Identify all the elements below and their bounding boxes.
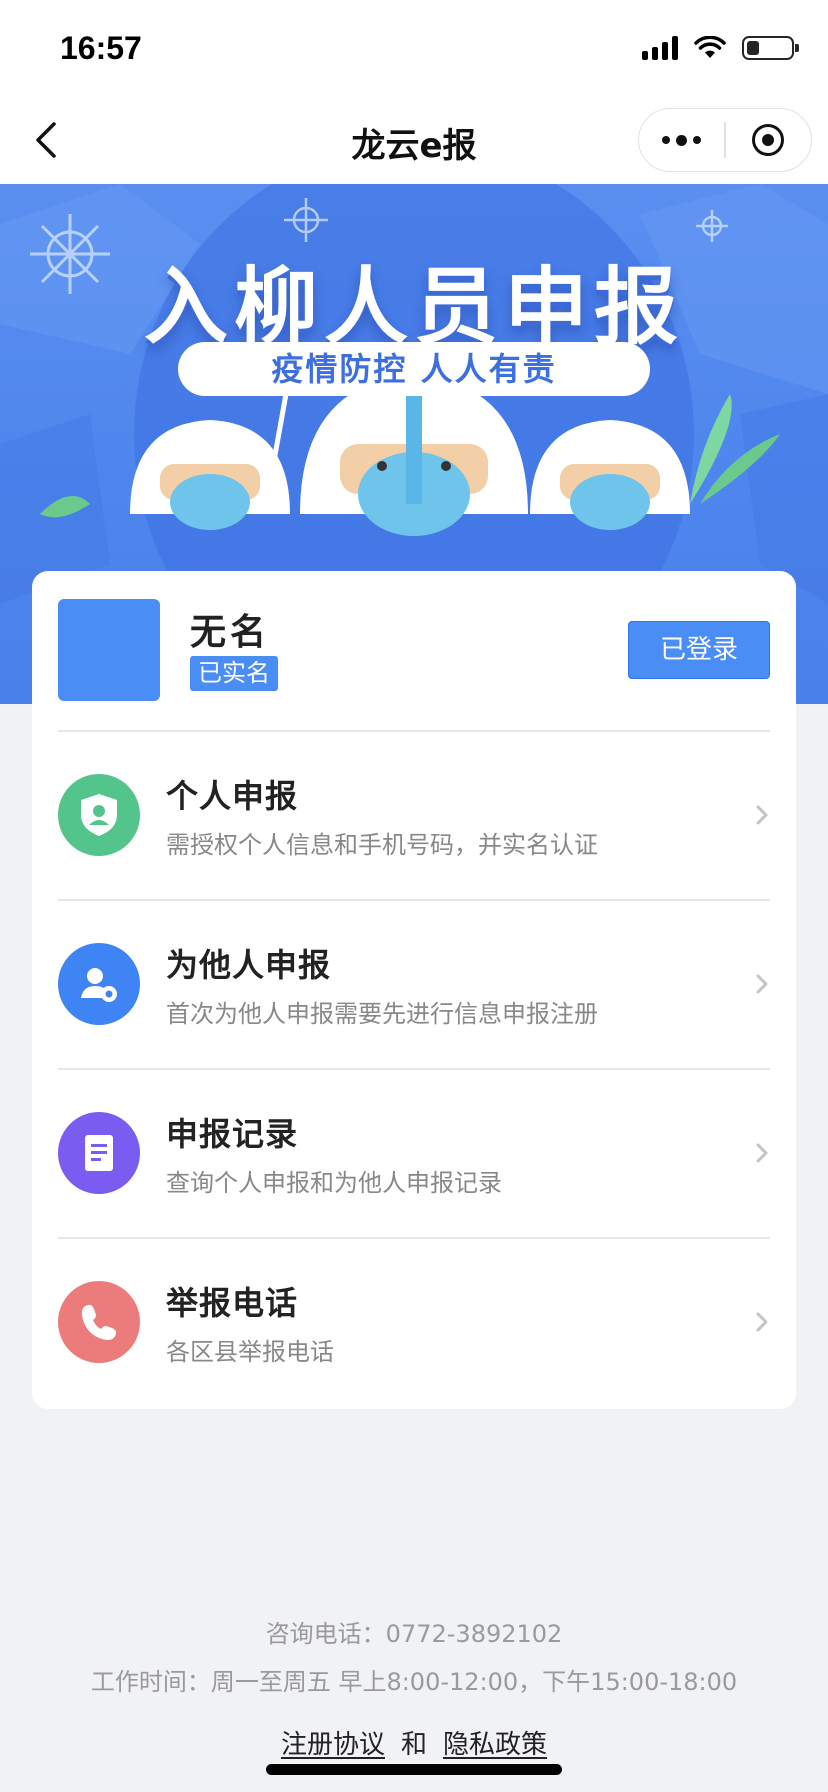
menu-item-hotline[interactable]: 举报电话 各区县举报电话 [32,1238,796,1406]
chevron-right-icon [756,1312,768,1332]
target-icon [752,124,785,156]
status-icons [642,36,799,60]
menu-item-subtitle: 各区县举报电话 [166,1338,334,1366]
menu-item-title: 申报记录 [166,1115,299,1153]
user-add-icon [58,943,140,1025]
chevron-right-icon [756,805,768,825]
more-dot-icon [676,134,688,146]
menu-item-subtitle: 查询个人申报和为他人申报记录 [166,1169,502,1197]
privacy-policy-link[interactable]: 隐私政策 [443,1730,547,1760]
hotline-text: 咨询电话：0772-3892102 [265,1620,563,1648]
chevron-right-icon [756,1143,768,1163]
battery-icon [742,36,799,60]
more-button[interactable] [639,109,724,171]
close-mini-program-button[interactable] [726,109,811,171]
avatar [58,599,160,701]
menu-item-report-for-others[interactable]: 为他人申报 首次为他人申报需要先进行信息申报注册 [32,900,796,1068]
menu-item-subtitle: 需授权个人信息和手机号码，并实名认证 [166,831,598,859]
nav-bar: 龙云e报 [0,96,828,184]
main-card: 无名 已实名 已登录 个人申报 需授权个人信息和手机号码，并实名认证 为他人申报… [32,571,796,1409]
and-text: 和 [400,1730,427,1760]
menu-item-report-records[interactable]: 申报记录 查询个人申报和为他人申报记录 [32,1069,796,1237]
document-icon [58,1112,140,1194]
menu-item-title: 为他人申报 [166,946,332,984]
shield-user-icon [58,774,140,856]
user-name: 无名 [190,612,271,653]
wifi-icon [694,36,726,58]
status-bar: 16:57 [0,0,828,96]
user-info: 无名 已实名 已登录 [32,571,796,731]
verified-badge: 已实名 [190,656,278,691]
login-status-button[interactable]: 已登录 [628,621,770,679]
menu-item-subtitle: 首次为他人申报需要先进行信息申报注册 [166,1000,598,1028]
chevron-right-icon [756,974,768,994]
phone-icon [58,1281,140,1363]
home-indicator[interactable] [266,1764,562,1775]
status-time: 16:57 [60,30,142,66]
menu-item-title: 个人申报 [166,777,299,815]
more-dot-icon [693,136,702,144]
mini-program-capsule [638,108,812,172]
registration-agreement-link[interactable]: 注册协议 [281,1730,385,1760]
menu-item-title: 举报电话 [166,1284,299,1322]
working-hours-text: 工作时间：周一至周五 早上8:00-12:00，下午15:00-18:00 [90,1668,738,1696]
menu-item-personal-report[interactable]: 个人申报 需授权个人信息和手机号码，并实名认证 [32,731,796,899]
footer-links: 注册协议和隐私政策 [0,1724,828,1761]
more-dot-icon [662,136,671,144]
signal-icon [642,36,678,60]
banner-slogan: 疫情防控 人人有责 [178,342,650,396]
